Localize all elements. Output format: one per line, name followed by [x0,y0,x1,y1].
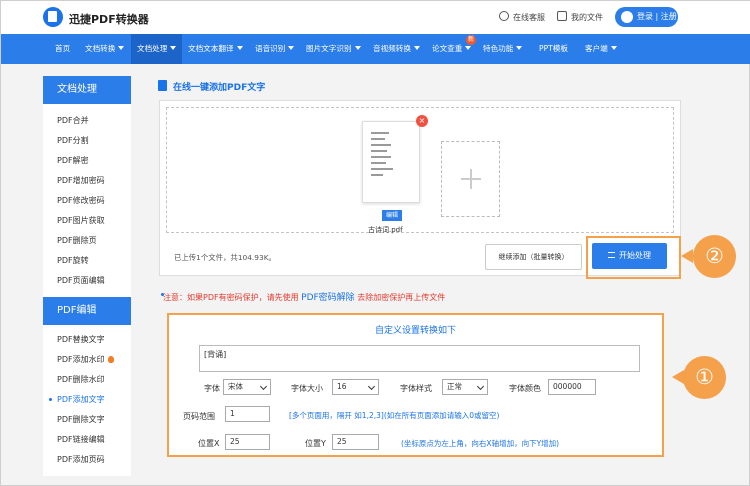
file-thumbnail [362,121,420,203]
position-x-label: 位置X [198,439,220,448]
font-select[interactable]: 宋体 [223,379,271,395]
chevron-down-icon [465,46,472,50]
font-style-select[interactable]: 正常 [442,379,488,395]
sidebar-item[interactable]: PDF合并 [57,115,89,126]
swap-icon [608,252,615,258]
font-label: 字体 [204,384,220,393]
main-nav: 首页 文档转换 文档处理 文档文本翻译 语音识别 图片文字识别 音视频转换 论文… [1,34,750,64]
position-x-input[interactable]: 25 [225,434,270,450]
sidebar-section-pdf-edit: PDF编辑 [43,297,131,325]
nav-doc-convert[interactable]: 文档转换 [79,34,130,64]
sidebar-item[interactable]: PDF修改密码 [57,195,105,206]
sidebar-item[interactable]: PDF解密 [57,155,89,166]
fire-icon [107,356,114,363]
start-process-button[interactable]: 开始处理 [592,243,667,269]
sidebar-item-watermark[interactable]: PDF添加水印 [57,354,114,365]
sidebar-item[interactable]: PDF添加页码 [57,454,105,465]
sidebar-section-doc-process: 文档处理 [43,76,131,104]
position-y-label: 位置Y [305,439,326,448]
chevron-down-icon [170,46,177,50]
sidebar: 文档处理 PDF合并 PDF分割 PDF解密 PDF增加密码 PDF修改密码 P… [43,76,131,476]
sidebar-item[interactable]: PDF替换文字 [57,334,105,345]
callout-one: ① [683,356,726,399]
chevron-down-icon [354,46,361,50]
file-name: 古诗词.pdf [368,226,403,234]
sidebar-item[interactable]: PDF分割 [57,135,89,146]
page-range-input[interactable]: 1 [225,406,270,422]
font-style-label: 字体样式 [400,384,432,393]
brand-logo-icon[interactable] [43,7,63,27]
nav-doc-process[interactable]: 文档处理 [131,34,183,64]
callout-two: ② [693,235,736,278]
user-avatar-icon [621,11,633,23]
font-color-label: 字体颜色 [509,384,541,393]
headset-icon [499,11,509,21]
my-files-link[interactable]: 我的文件 [571,12,603,23]
sidebar-item[interactable]: PDF删除页 [57,235,97,246]
chevron-down-icon [367,382,376,391]
chevron-down-icon [118,46,125,50]
upload-dropzone[interactable]: × 编辑 古诗词.pdf [166,107,674,234]
login-register-button[interactable]: 登录 | 注册 [615,7,678,27]
brand-name[interactable]: 迅捷PDF转换器 [69,11,149,27]
page-range-hint: [多个页面用，隔开 如1,2,3](如在所有页面添加请输入0或留空) [289,411,500,420]
callout-pointer [681,249,693,263]
online-service-link[interactable]: 在线客服 [513,12,545,23]
chevron-down-icon [476,382,485,391]
font-size-select[interactable]: 16 [332,379,379,395]
nav-speech[interactable]: 语音识别 [249,34,300,64]
sidebar-item-active[interactable]: PDF添加文字 [57,394,105,405]
pdf-unlock-link[interactable]: PDF密码解除 [301,293,355,303]
page-range-label: 页码范围 [183,412,215,421]
remove-file-button[interactable]: × [416,115,428,127]
new-badge: 新 [466,35,476,45]
settings-panel: 自定义设置转换如下 [背诵] 字体 宋体 字体大小 16 字体样式 正常 字体颜… [167,313,664,457]
file-icon [557,11,567,21]
continue-add-button[interactable]: 继续添加（批量转换） [485,244,582,270]
sidebar-item[interactable]: PDF删除文字 [57,414,105,425]
sidebar-item[interactable]: PDF图片获取 [57,215,105,226]
chevron-down-icon [288,46,295,50]
upload-status: 已上传1个文件，共104.93K。 [174,253,276,262]
sidebar-item[interactable]: PDF旋转 [57,255,89,266]
font-color-input[interactable]: 000000 [548,379,596,395]
add-file-button[interactable] [441,141,500,217]
text-content-textarea[interactable]: [背诵] [199,345,640,372]
sidebar-item[interactable]: PDF链接编辑 [57,434,105,445]
top-header: 迅捷PDF转换器 在线客服 我的文件 登录 | 注册 [1,1,750,34]
document-icon [158,80,167,91]
nav-client[interactable]: 客户端 [579,34,623,64]
position-hint: (坐标原点为左上角，向右X轴增加，向下Y增加) [401,439,560,448]
sidebar-item[interactable]: PDF页面编辑 [57,275,105,286]
chevron-down-icon [259,382,268,391]
nav-ppt[interactable]: PPT模板 [533,34,574,64]
position-y-input[interactable]: 25 [332,434,379,450]
edit-file-button[interactable]: 编辑 [382,210,402,221]
nav-ocr[interactable]: 图片文字识别 [300,34,367,64]
settings-title: 自定义设置转换如下 [374,326,456,336]
chevron-down-icon [516,46,523,50]
sidebar-item[interactable]: PDF删除水印 [57,374,105,385]
nav-home[interactable]: 首页 [47,34,78,64]
nav-doc-translate[interactable]: 文档文本翻译 [182,34,249,64]
font-size-label: 字体大小 [291,384,323,393]
active-bullet [49,398,52,401]
sidebar-item[interactable]: PDF增加密码 [57,175,105,186]
chevron-down-icon [236,46,243,50]
nav-features[interactable]: 特色功能 [477,34,528,64]
page-title: 在线一键添加PDF文字 [173,83,266,93]
nav-av-convert[interactable]: 音视频转换 [367,34,426,64]
password-note: 注意：如果PDF有密码保护，请先使用 PDF密码解除 去除加密保护再上传文件 [163,293,446,303]
chevron-down-icon [413,46,420,50]
chevron-down-icon [610,46,617,50]
